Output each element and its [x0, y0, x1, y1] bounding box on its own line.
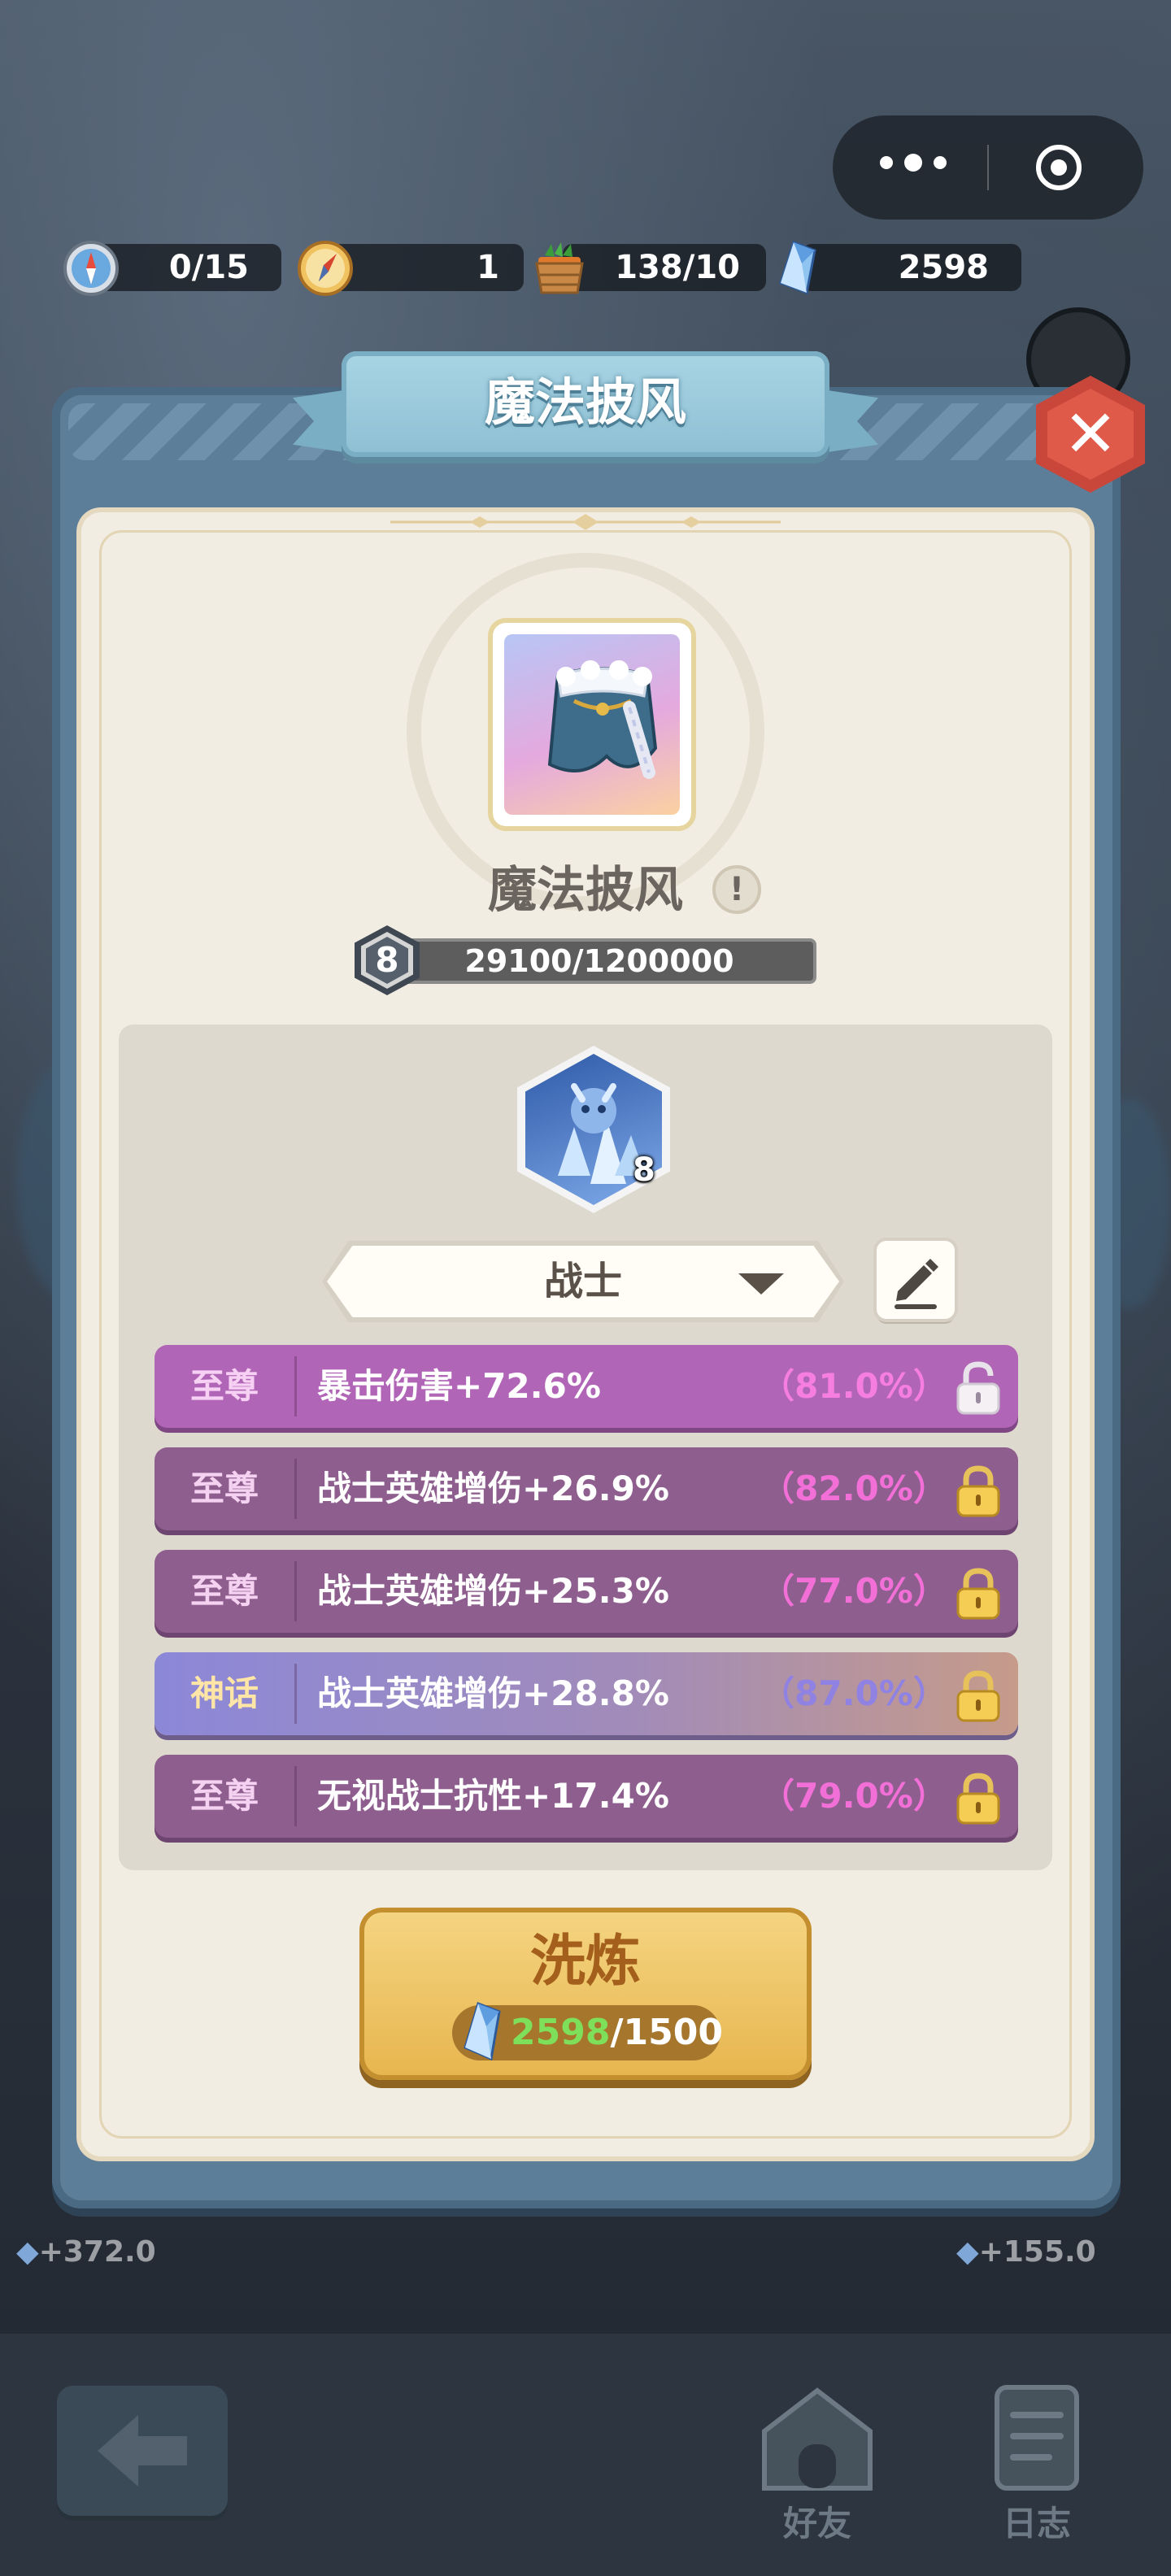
item-progress-text: 29100/1200000 [464, 943, 734, 979]
compass-gold-icon [298, 241, 353, 296]
capsule-divider [987, 145, 989, 190]
attribute-row[interactable]: 至尊 暴击伤害+72.6% （81.0%） [155, 1345, 1018, 1428]
hero-level: 8 [633, 1151, 655, 1189]
attribute-text: 战士英雄增伤+26.9% [317, 1469, 669, 1508]
nav-log[interactable]: 日志 [968, 2374, 1106, 2553]
nav-log-label: 日志 [1002, 2504, 1071, 2543]
class-dropdown[interactable]: 战士 [322, 1241, 844, 1322]
close-miniprogram-icon[interactable] [1036, 145, 1082, 190]
side-gain-left: ◆+372.0 [16, 2235, 156, 2269]
cape-icon [547, 660, 658, 779]
unlock-icon[interactable] [950, 1360, 1007, 1416]
chevron-down-icon [738, 1273, 784, 1295]
attribute-percent: （81.0%） [760, 1366, 947, 1406]
refine-cost-required: /1500 [610, 2012, 723, 2053]
resource-crystal: 2598 [769, 239, 1021, 296]
back-button[interactable] [57, 2386, 228, 2516]
compass-icon [63, 241, 119, 296]
attribute-percent: （82.0%） [760, 1469, 947, 1508]
attribute-percent: （79.0%） [760, 1776, 947, 1816]
refine-cost-have: 2598 [511, 2012, 611, 2053]
document-icon [995, 2385, 1079, 2491]
rarity-badge: 至尊 [189, 1366, 259, 1406]
dialog-title: 魔法披风 [484, 372, 686, 432]
rarity-badge: 神话 [189, 1673, 259, 1713]
miniprogram-capsule [833, 115, 1143, 220]
attribute-row[interactable]: 至尊 无视战士抗性+17.4% （79.0%） [155, 1755, 1018, 1838]
resource-compass-gold-value: 1 [477, 249, 499, 286]
lock-icon[interactable] [950, 1667, 1007, 1724]
edit-icon [895, 1259, 938, 1309]
more-icon[interactable] [880, 154, 947, 172]
rarity-badge: 至尊 [189, 1776, 259, 1816]
resource-compass-value: 0/15 [168, 249, 249, 286]
attribute-text: 无视战士抗性+17.4% [317, 1776, 669, 1816]
nav-friends[interactable]: 好友 [748, 2374, 886, 2553]
resource-compass: 0/15 [62, 239, 281, 296]
lock-icon[interactable] [950, 1769, 1007, 1826]
crystal-icon [779, 241, 816, 295]
rarity-badge: 至尊 [189, 1571, 259, 1611]
nav-friends-label: 好友 [782, 2504, 851, 2543]
item-card[interactable] [493, 623, 691, 826]
crystal-icon [464, 2002, 501, 2061]
house-icon [762, 2387, 873, 2491]
back-arrow-icon [98, 2415, 187, 2487]
lock-icon[interactable] [950, 1462, 1007, 1519]
ornament-divider [390, 514, 781, 530]
attribute-text: 暴击伤害+72.6% [317, 1366, 601, 1406]
edit-button[interactable] [877, 1241, 955, 1319]
attribute-row[interactable]: 神话 战士英雄增伤+28.8% （87.0%） [155, 1652, 1018, 1735]
resource-carrot-value: 138/10 [615, 249, 740, 286]
attribute-text: 战士英雄增伤+25.3% [317, 1571, 669, 1611]
info-icon[interactable]: ! [712, 865, 761, 914]
carrot-basket-icon [535, 242, 584, 294]
item-name: 魔法披风 [488, 862, 683, 919]
rarity-badge: 至尊 [189, 1469, 259, 1508]
resource-carrot-basket: 138/10 [530, 239, 766, 296]
resource-crystal-value: 2598 [898, 249, 989, 286]
attribute-row[interactable]: 至尊 战士英雄增伤+26.9% （82.0%） [155, 1447, 1018, 1530]
attribute-text: 战士英雄增伤+28.8% [317, 1673, 669, 1713]
attribute-percent: （77.0%） [760, 1571, 947, 1611]
refine-button-label: 洗炼 [529, 1930, 641, 1994]
resource-compass-gold: 1 [296, 239, 524, 296]
lock-icon[interactable] [950, 1564, 1007, 1621]
side-gain-right: ◆+155.0 [956, 2235, 1096, 2269]
attribute-row[interactable]: 至尊 战士英雄增伤+25.3% （77.0%） [155, 1550, 1018, 1633]
refine-cost: 2598/1500 [511, 2005, 723, 2060]
attribute-percent: （87.0%） [760, 1673, 947, 1713]
